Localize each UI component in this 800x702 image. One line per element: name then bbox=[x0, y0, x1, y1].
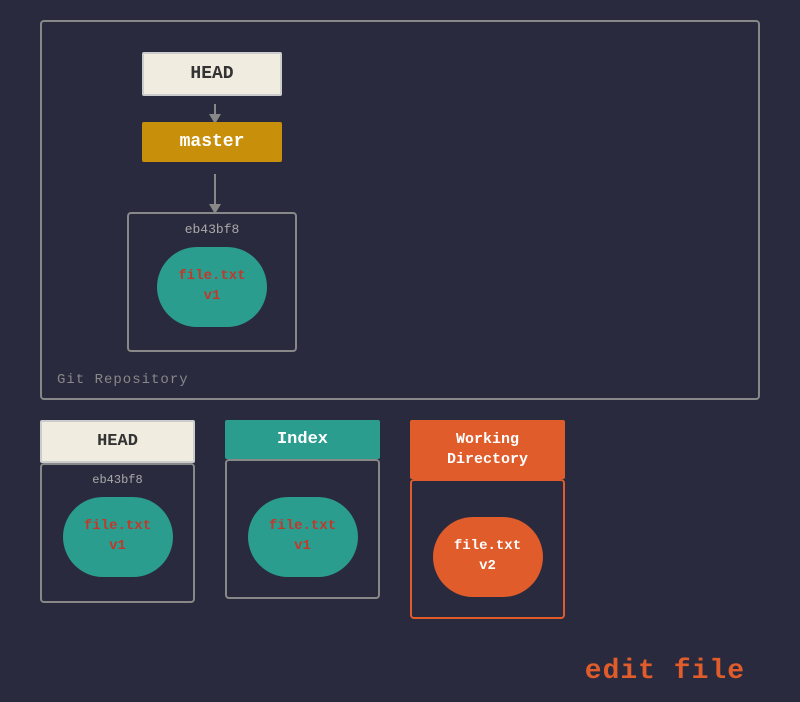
head-label-top: HEAD bbox=[190, 64, 233, 84]
edit-file-label: edit file bbox=[585, 656, 745, 687]
wd-label-text: WorkingDirectory bbox=[447, 431, 528, 468]
commit-box-bottom-head: eb43bf8 file.txt v1 bbox=[40, 463, 195, 603]
file-blob-top: file.txt v1 bbox=[157, 247, 267, 327]
file-blob-bottom-head-line1: file.txt bbox=[84, 517, 151, 537]
git-repo-box: HEAD master eb43bf8 file.txt v1 Git Repo… bbox=[40, 20, 760, 400]
main-container: HEAD master eb43bf8 file.txt v1 Git Repo… bbox=[0, 0, 800, 702]
arrow-master-to-commit bbox=[209, 174, 221, 214]
arrow-head-to-master bbox=[209, 104, 221, 124]
commit-id-top: eb43bf8 bbox=[185, 222, 240, 237]
index-label-text: Index bbox=[277, 430, 328, 449]
head-label-text: HEAD bbox=[97, 432, 138, 451]
file-blob-bottom-head: file.txt v1 bbox=[63, 497, 173, 577]
commit-box-bottom-index: file.txt v1 bbox=[225, 459, 380, 599]
commit-box-bottom-wd: file.txt v2 bbox=[410, 479, 565, 619]
file-blob-bottom-index: file.txt v1 bbox=[248, 497, 358, 577]
commit-box-top: eb43bf8 file.txt v1 bbox=[127, 212, 297, 352]
file-blob-line2: v1 bbox=[204, 287, 221, 307]
commit-id-bottom-head: eb43bf8 bbox=[92, 473, 142, 487]
file-blob-line1: file.txt bbox=[178, 267, 245, 287]
index-label-box: Index bbox=[225, 420, 380, 459]
file-blob-bottom-wd-line1: file.txt bbox=[454, 537, 521, 557]
git-repo-label: Git Repository bbox=[57, 372, 189, 388]
head-panel: HEAD eb43bf8 file.txt v1 bbox=[40, 420, 195, 619]
bottom-section: HEAD eb43bf8 file.txt v1 Index file.txt … bbox=[40, 420, 565, 619]
head-box-top: HEAD bbox=[142, 52, 282, 96]
arrow-line bbox=[214, 104, 216, 114]
wd-label-box: WorkingDirectory bbox=[410, 420, 565, 479]
master-box: master bbox=[142, 122, 282, 162]
head-label-bottom: HEAD bbox=[40, 420, 195, 463]
index-panel: Index file.txt v1 bbox=[225, 420, 380, 619]
file-blob-bottom-wd-line2: v2 bbox=[479, 557, 496, 577]
file-blob-bottom-index-line1: file.txt bbox=[269, 517, 336, 537]
file-blob-bottom-head-line2: v1 bbox=[109, 537, 126, 557]
working-directory-panel: WorkingDirectory file.txt v2 bbox=[410, 420, 565, 619]
file-blob-bottom-index-line2: v1 bbox=[294, 537, 311, 557]
file-blob-bottom-wd: file.txt v2 bbox=[433, 517, 543, 597]
master-label: master bbox=[180, 132, 245, 152]
arrow-line bbox=[214, 174, 216, 204]
